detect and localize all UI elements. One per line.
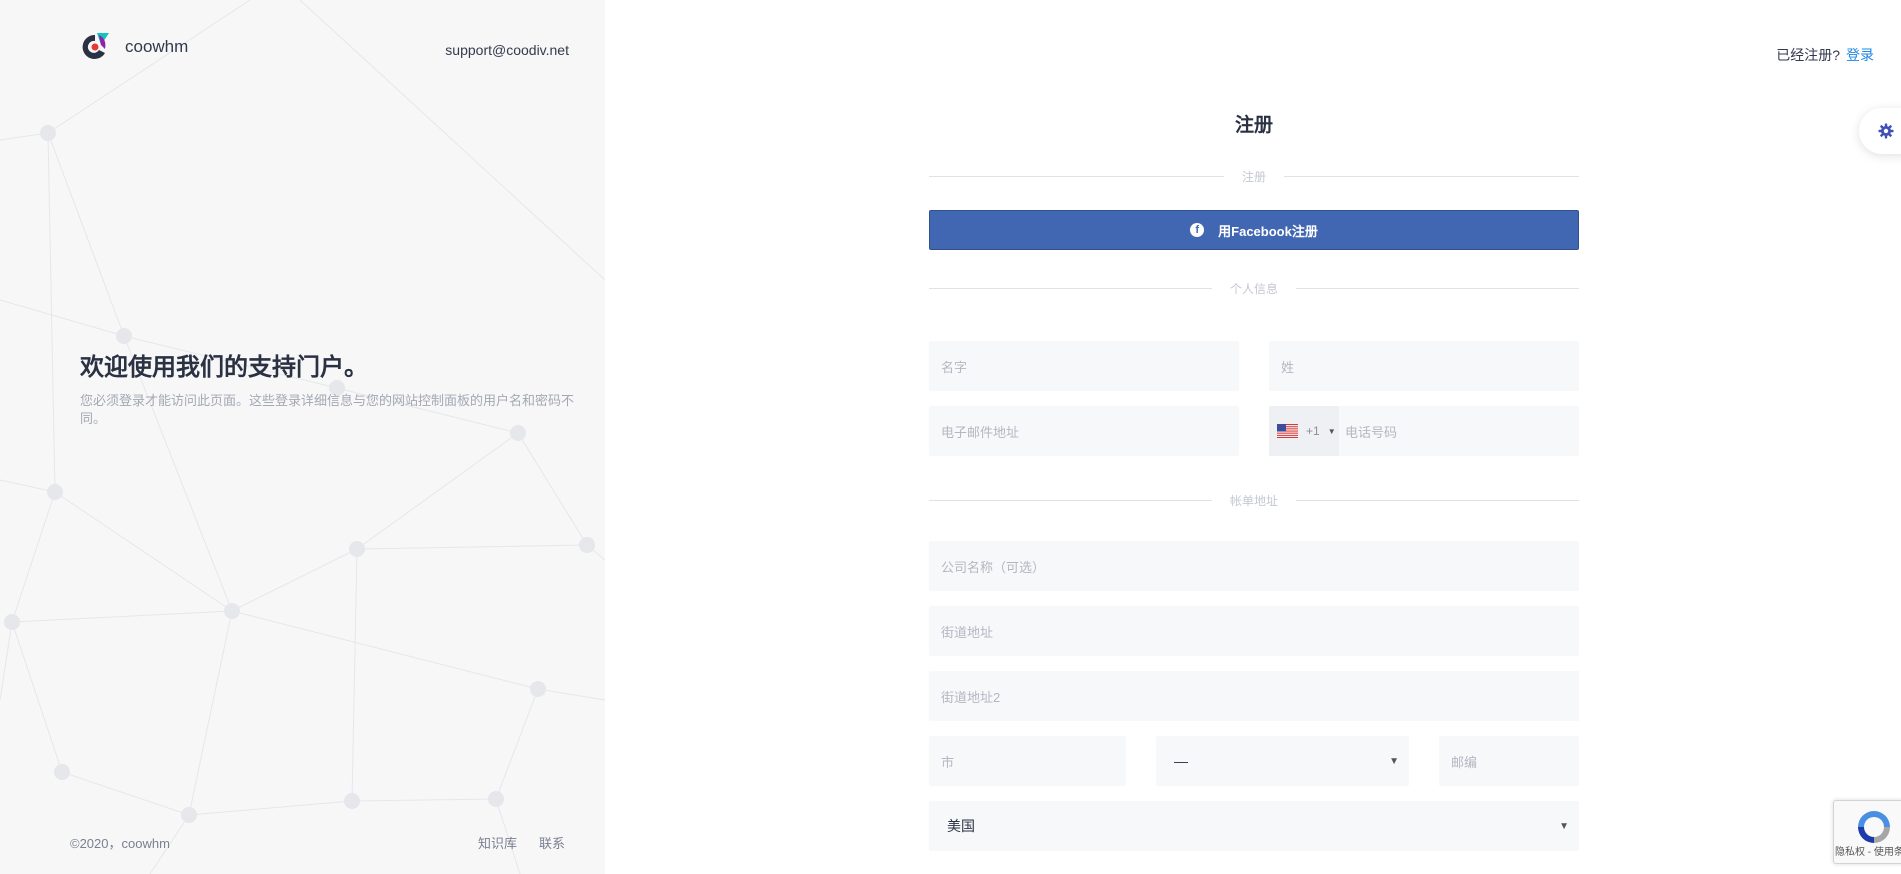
welcome-text: 您必须登录才能访问此页面。这些登录详细信息与您的网站控制面板的用户名和密码不同。: [80, 393, 575, 426]
company-input[interactable]: 公司名称（可选）: [929, 541, 1579, 591]
country-value: 美国: [947, 818, 975, 834]
divider-signup-label: 注册: [1223, 168, 1285, 185]
first-name-placeholder: 名字: [941, 359, 968, 375]
settings-toggle[interactable]: [1859, 108, 1901, 154]
phone-code: +1: [1306, 424, 1320, 438]
first-name-input[interactable]: 名字: [929, 341, 1239, 391]
divider-signup: 注册: [929, 166, 1579, 186]
divider-personal: 个人信息: [929, 278, 1579, 298]
phone-country-select[interactable]: +1 ▼: [1269, 406, 1339, 456]
postcode-input[interactable]: 邮编: [1439, 736, 1579, 786]
footer-links: 知识库 联系: [478, 833, 565, 852]
signup-form: 注册 注册 f 用Facebook注册 个人信息: [929, 110, 1579, 298]
street-placeholder: 街道地址: [941, 624, 994, 640]
recaptcha-badge[interactable]: 隐私权 - 使用条款: [1833, 800, 1901, 864]
recaptcha-icon: [1858, 811, 1890, 843]
facebook-signup-button[interactable]: f 用Facebook注册: [929, 210, 1579, 250]
coowhm-logo-icon: [82, 33, 109, 59]
facebook-signup-label: 用Facebook注册: [1218, 223, 1318, 239]
phone-input[interactable]: +1 ▼ 电话号码: [1269, 406, 1579, 456]
street2-placeholder: 街道地址2: [941, 689, 1001, 705]
gear-icon: [1878, 123, 1894, 139]
form-title: 注册: [1234, 115, 1273, 136]
brand[interactable]: coowhm: [79, 31, 188, 63]
company-placeholder: 公司名称（可选）: [941, 559, 1046, 575]
recaptcha-text[interactable]: 隐私权 - 使用条款: [1835, 843, 1901, 858]
footer-link-knowledgebase[interactable]: 知识库: [478, 833, 517, 852]
already-registered: 已经注册? 登录: [1776, 45, 1874, 65]
divider-personal-label: 个人信息: [1211, 280, 1297, 297]
divider-billing-label: 帐单地址: [1211, 492, 1297, 509]
welcome-block: 欢迎使用我们的支持门户。 您必须登录才能访问此页面。这些登录详细信息与您的网站控…: [80, 347, 580, 428]
country-select[interactable]: 美国 ▼: [929, 801, 1579, 851]
chevron-down-icon: ▼: [1559, 821, 1569, 832]
email-input[interactable]: 电子邮件地址: [929, 406, 1239, 456]
city-placeholder: 市: [941, 754, 955, 770]
last-name-input[interactable]: 姓: [1269, 341, 1579, 391]
us-flag-icon: [1277, 424, 1298, 438]
phone-placeholder: 电话号码: [1345, 424, 1398, 440]
email-placeholder: 电子邮件地址: [941, 424, 1020, 440]
footer-link-contact[interactable]: 联系: [539, 833, 565, 852]
already-registered-text: 已经注册?: [1776, 47, 1840, 63]
chevron-down-icon: ▼: [1327, 426, 1336, 436]
welcome-title: 欢迎使用我们的支持门户。: [80, 354, 368, 381]
last-name-placeholder: 姓: [1281, 359, 1295, 375]
login-link[interactable]: 登录: [1846, 47, 1874, 63]
left-panel: coowhm support@coodiv.net 欢迎使用我们的支持门户。 您…: [0, 0, 605, 874]
street-input[interactable]: 街道地址: [929, 606, 1579, 656]
support-email[interactable]: support@coodiv.net: [445, 42, 569, 58]
facebook-icon: f: [1190, 223, 1205, 237]
postcode-placeholder: 邮编: [1451, 754, 1478, 770]
street2-input[interactable]: 街道地址2: [929, 671, 1579, 721]
network-background-graphic: [0, 0, 605, 874]
city-input[interactable]: 市: [929, 736, 1126, 786]
state-select[interactable]: — ▼: [1156, 736, 1409, 786]
state-value: —: [1174, 753, 1188, 769]
chevron-down-icon: ▼: [1389, 756, 1399, 767]
footer-copyright: ©2020，coowhm: [70, 836, 170, 851]
divider-billing: 帐单地址: [929, 490, 1579, 510]
brand-name: coowhm: [125, 37, 189, 56]
